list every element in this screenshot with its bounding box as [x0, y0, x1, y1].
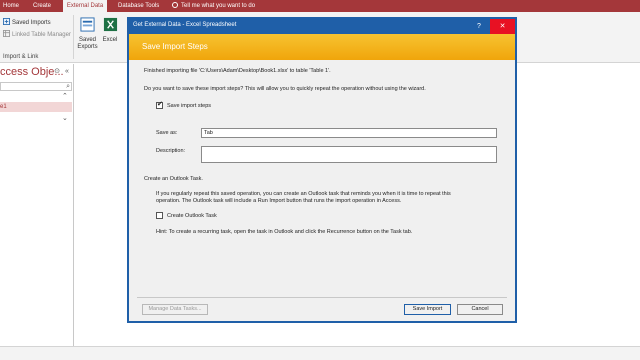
saved-imports-icon: [3, 18, 10, 25]
cancel-button[interactable]: Cancel: [457, 304, 503, 315]
description-input[interactable]: [201, 146, 497, 163]
save-as-input[interactable]: [201, 128, 497, 138]
finished-import-text: Finished importing file 'C:\Users\Adam\D…: [144, 68, 331, 74]
tab-home[interactable]: Home: [3, 0, 27, 12]
saved-exports-label-1: Saved: [78, 37, 96, 43]
saved-exports-icon: [80, 17, 95, 32]
search-icon: ⌕: [66, 83, 70, 90]
ribbon-divider: [73, 15, 74, 59]
tab-external-data[interactable]: External Data: [63, 0, 107, 12]
footer-divider: [137, 297, 507, 298]
tab-create[interactable]: Create: [33, 0, 59, 12]
save-as-label: Save as:: [156, 130, 178, 136]
outlook-task-text-1: If you regularly repeat this saved opera…: [156, 191, 451, 197]
nav-menu-icon[interactable]: ⊙: [53, 68, 61, 76]
dialog-title: Get External Data - Excel Spreadsheet: [133, 22, 237, 28]
outlook-task-text-2: operation. The Outlook task will include…: [156, 198, 402, 204]
create-outlook-task-label: Create Outlook Task: [167, 213, 217, 219]
nav-collapse-icon[interactable]: «: [63, 68, 71, 76]
saved-imports-button[interactable]: Saved Imports: [3, 18, 51, 26]
save-import-steps-checkbox[interactable]: ✔: [156, 101, 163, 109]
get-external-data-dialog: Get External Data - Excel Spreadsheet ? …: [127, 17, 517, 323]
close-button[interactable]: ✕: [490, 19, 515, 34]
tell-me-text: Tell me what you want to do: [181, 3, 256, 9]
lightbulb-icon: [172, 2, 178, 8]
manage-data-tasks-button[interactable]: Manage Data Tasks...: [142, 304, 208, 315]
save-import-steps-label: Save import steps: [167, 103, 212, 109]
linked-table-icon: [3, 30, 10, 37]
navigation-pane: ccess Obje... ⊙ « ⌕ ⌃ e1 ⌄: [0, 64, 74, 346]
dialog-banner: Save Import Steps: [129, 34, 515, 60]
saved-imports-label: Saved Imports: [12, 20, 51, 26]
ribbon-tab-bar: Home Create External Data Database Tools…: [0, 0, 640, 12]
chevron-up-icon[interactable]: ⌃: [62, 92, 68, 100]
recurring-task-hint: Hint: To create a recurring task, open t…: [156, 229, 413, 235]
export-excel-button[interactable]: Excel: [101, 17, 119, 44]
tell-me-box[interactable]: Tell me what you want to do: [172, 0, 255, 12]
nav-search-input[interactable]: ⌕: [0, 82, 72, 91]
checkmark-icon: ✔: [157, 101, 163, 108]
chevron-down-icon[interactable]: ⌄: [62, 114, 68, 122]
excel-icon: [103, 17, 117, 32]
status-bar: [0, 346, 640, 360]
linked-table-manager-label: Linked Table Manager: [12, 32, 71, 38]
description-label: Description:: [156, 148, 186, 154]
banner-title: Save Import Steps: [142, 42, 208, 51]
nav-item-table[interactable]: e1: [0, 102, 72, 112]
dialog-titlebar: Get External Data - Excel Spreadsheet ? …: [129, 19, 515, 34]
outlook-task-heading: Create an Outlook Task.: [144, 176, 203, 182]
excel-label: Excel: [102, 37, 118, 43]
save-steps-question: Do you want to save these import steps? …: [144, 86, 426, 92]
saved-exports-button[interactable]: Saved Exports: [76, 17, 99, 51]
save-import-button[interactable]: Save Import: [404, 304, 451, 315]
create-outlook-task-checkbox[interactable]: [156, 212, 163, 219]
help-button[interactable]: ?: [468, 19, 490, 34]
import-link-group-label: Import & Link: [3, 54, 39, 60]
saved-exports-label-2: Exports: [77, 44, 98, 50]
tab-database-tools[interactable]: Database Tools: [118, 0, 166, 12]
linked-table-manager-button[interactable]: Linked Table Manager: [3, 30, 71, 38]
